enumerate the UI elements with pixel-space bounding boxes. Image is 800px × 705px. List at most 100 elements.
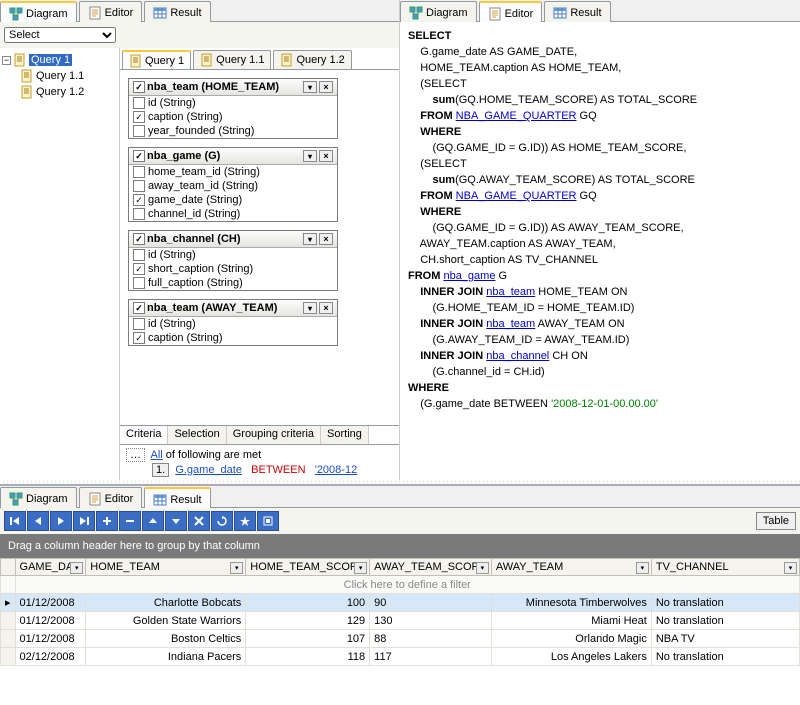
col-home-team[interactable]: HOME_TEAM▾: [86, 559, 246, 576]
cell-away-team[interactable]: Minnesota Timberwolves: [491, 594, 651, 612]
tree-child-1[interactable]: Query 1.1: [2, 68, 117, 84]
tree-child-2[interactable]: Query 1.2: [2, 84, 117, 100]
nav-up[interactable]: [142, 511, 164, 531]
nav-down[interactable]: [165, 511, 187, 531]
cell-away-team[interactable]: Los Angeles Lakers: [491, 648, 651, 666]
rtab-diagram[interactable]: Diagram: [400, 1, 477, 22]
column-row[interactable]: short_caption (String): [129, 262, 337, 276]
table-box[interactable]: nba_channel (CH)▾×id (String)short_capti…: [128, 230, 338, 291]
crit-tab-selection[interactable]: Selection: [168, 426, 226, 444]
table-box[interactable]: nba_team (AWAY_TEAM)▾×id (String)caption…: [128, 299, 338, 346]
cell-date[interactable]: 02/12/2008: [15, 648, 86, 666]
table-checkbox[interactable]: [133, 150, 145, 162]
nav-cancel[interactable]: [188, 511, 210, 531]
dropdown-icon[interactable]: ▾: [636, 562, 649, 574]
dropdown-icon[interactable]: ▾: [230, 562, 243, 574]
cell-date[interactable]: 01/12/2008: [15, 612, 86, 630]
cell-away-team[interactable]: Orlando Magic: [491, 630, 651, 648]
criteria-add[interactable]: …: [126, 448, 145, 462]
table-close[interactable]: ×: [319, 233, 333, 245]
col-away-score[interactable]: AWAY_TEAM_SCORE▾: [370, 559, 492, 576]
cell-home-score[interactable]: 107: [246, 630, 370, 648]
qtab-1[interactable]: Query 1: [122, 50, 191, 69]
cell-home-team[interactable]: Indiana Pacers: [86, 648, 246, 666]
qtab-3[interactable]: Query 1.2: [273, 50, 351, 69]
crit-tab-grouping[interactable]: Grouping criteria: [227, 426, 321, 444]
dropdown-icon[interactable]: ▾: [354, 562, 367, 574]
column-row[interactable]: away_team_id (String): [129, 179, 337, 193]
table-checkbox[interactable]: [133, 81, 145, 93]
col-game-date[interactable]: GAME_DA▲▾: [15, 559, 86, 576]
cell-home-score[interactable]: 100: [246, 594, 370, 612]
nav-star[interactable]: [234, 511, 256, 531]
nav-edit[interactable]: [257, 511, 279, 531]
column-checkbox[interactable]: [133, 166, 145, 178]
column-checkbox[interactable]: [133, 208, 145, 220]
column-checkbox[interactable]: [133, 111, 145, 123]
cell-away-team[interactable]: Miami Heat: [491, 612, 651, 630]
nav-last[interactable]: [73, 511, 95, 531]
column-row[interactable]: id (String): [129, 96, 337, 110]
cell-home-team[interactable]: Golden State Warriors: [86, 612, 246, 630]
column-row[interactable]: full_caption (String): [129, 276, 337, 290]
column-checkbox[interactable]: [133, 318, 145, 330]
rtab-editor[interactable]: Editor: [479, 1, 543, 22]
table-close[interactable]: ×: [319, 81, 333, 93]
group-by-bar[interactable]: Drag a column header here to group by th…: [0, 534, 800, 558]
table-dropdown[interactable]: ▾: [303, 150, 317, 162]
crit-tab-sorting[interactable]: Sorting: [321, 426, 369, 444]
nav-first[interactable]: [4, 511, 26, 531]
dropdown-icon[interactable]: ▾: [476, 562, 489, 574]
cell-home-score[interactable]: 129: [246, 612, 370, 630]
qtab-2[interactable]: Query 1.1: [193, 50, 271, 69]
cell-home-score[interactable]: 118: [246, 648, 370, 666]
column-checkbox[interactable]: [133, 263, 145, 275]
btab-result[interactable]: Result: [144, 487, 210, 508]
criteria-all-link[interactable]: All: [151, 449, 163, 461]
table-checkbox[interactable]: [133, 302, 145, 314]
nav-prev[interactable]: [27, 511, 49, 531]
table-row[interactable]: 01/12/2008Boston Celtics10788Orlando Mag…: [1, 630, 800, 648]
nav-refresh[interactable]: [211, 511, 233, 531]
diagram-designer[interactable]: nba_team (HOME_TEAM)▾×id (String)caption…: [120, 70, 399, 425]
column-row[interactable]: home_team_id (String): [129, 165, 337, 179]
btab-editor[interactable]: Editor: [79, 487, 143, 508]
column-checkbox[interactable]: [133, 277, 145, 289]
table-checkbox[interactable]: [133, 233, 145, 245]
col-home-score[interactable]: HOME_TEAM_SCORE▾: [246, 559, 370, 576]
column-row[interactable]: channel_id (String): [129, 207, 337, 221]
column-row[interactable]: caption (String): [129, 331, 337, 345]
filter-row[interactable]: Click here to define a filter: [1, 576, 800, 594]
tab-result[interactable]: Result: [144, 1, 210, 22]
cell-home-team[interactable]: Boston Celtics: [86, 630, 246, 648]
table-dropdown[interactable]: ▾: [303, 233, 317, 245]
dropdown-icon[interactable]: ▾: [70, 562, 83, 574]
btab-diagram[interactable]: Diagram: [0, 487, 77, 508]
table-box[interactable]: nba_team (HOME_TEAM)▾×id (String)caption…: [128, 78, 338, 139]
nav-next[interactable]: [50, 511, 72, 531]
col-tv-channel[interactable]: TV_CHANNEL▾: [651, 559, 799, 576]
column-checkbox[interactable]: [133, 249, 145, 261]
rtab-result[interactable]: Result: [544, 1, 610, 22]
column-row[interactable]: id (String): [129, 248, 337, 262]
table-row[interactable]: 02/12/2008Indiana Pacers118117Los Angele…: [1, 648, 800, 666]
cell-away-score[interactable]: 88: [370, 630, 492, 648]
cell-tv[interactable]: No translation: [651, 612, 799, 630]
cell-away-score[interactable]: 130: [370, 612, 492, 630]
cell-tv[interactable]: No translation: [651, 648, 799, 666]
sql-editor[interactable]: SELECT G.game_date AS GAME_DATE, HOME_TE…: [400, 22, 800, 480]
col-away-team[interactable]: AWAY_TEAM▾: [491, 559, 651, 576]
nav-add[interactable]: [96, 511, 118, 531]
column-row[interactable]: id (String): [129, 317, 337, 331]
table-row[interactable]: ▸01/12/2008Charlotte Bobcats10090Minneso…: [1, 594, 800, 612]
criteria-value[interactable]: '2008-12: [315, 464, 357, 476]
cell-tv[interactable]: No translation: [651, 594, 799, 612]
crit-tab-criteria[interactable]: Criteria: [120, 426, 168, 444]
tab-editor[interactable]: Editor: [79, 1, 143, 22]
table-dropdown[interactable]: ▾: [303, 302, 317, 314]
tab-diagram[interactable]: Diagram: [0, 1, 77, 22]
cell-away-score[interactable]: 90: [370, 594, 492, 612]
table-close[interactable]: ×: [319, 150, 333, 162]
table-box[interactable]: nba_game (G)▾×home_team_id (String)away_…: [128, 147, 338, 222]
criteria-operator[interactable]: BETWEEN: [251, 464, 305, 476]
